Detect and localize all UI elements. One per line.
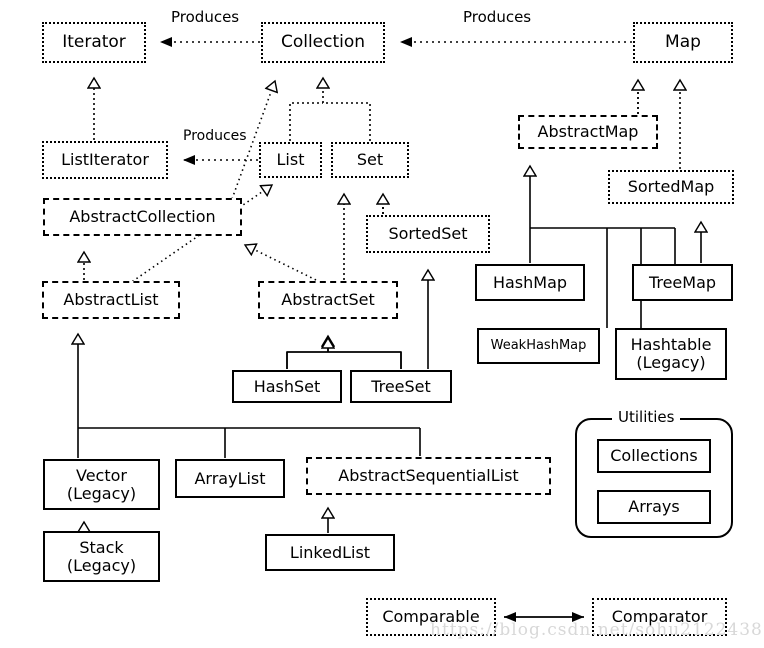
node-label: LinkedList [289,542,371,562]
node-abstract-sequential-list[interactable]: AbstractSequentialList [306,457,551,495]
node-label: Iterator [62,31,126,52]
node-weak-hash-map[interactable]: WeakHashMap [477,328,600,364]
node-label: HashMap [492,272,568,292]
node-vector[interactable]: Vector (Legacy) [43,459,160,510]
node-abstract-list[interactable]: AbstractList [42,281,180,319]
node-label: ListIterator [61,150,149,170]
node-label: SortedSet [388,224,468,244]
node-linked-list[interactable]: LinkedList [265,534,395,571]
node-tree-set[interactable]: TreeSet [350,370,452,403]
node-label-secondary: (Legacy) [66,483,137,503]
node-collection[interactable]: Collection [261,22,385,63]
node-label-secondary: (Legacy) [636,353,706,372]
node-stack[interactable]: Stack (Legacy) [43,531,160,582]
node-collections[interactable]: Collections [597,439,711,473]
node-label: Hashtable [630,335,712,355]
node-label: AbstractCollection [69,207,216,227]
node-label: Arrays [628,497,680,517]
watermark: https://blog.csdn.net/sohu2122438 [430,620,763,640]
node-sorted-map[interactable]: SortedMap [608,170,734,204]
node-list[interactable]: List [259,142,322,178]
node-array-list[interactable]: ArrayList [175,459,285,498]
node-label: TreeMap [648,272,717,292]
node-label: TreeSet [371,376,431,396]
node-label: Collections [610,446,698,466]
node-arrays[interactable]: Arrays [597,490,711,524]
node-iterator[interactable]: Iterator [42,22,146,63]
utilities-group-title: Utilities [612,408,681,426]
node-label: SortedMap [627,177,715,197]
node-label: Set [356,150,384,170]
node-label: AbstractList [63,290,159,310]
node-set[interactable]: Set [331,142,409,178]
node-hash-set[interactable]: HashSet [232,370,342,403]
node-label: WeakHashMap [490,337,587,353]
node-label: Vector [76,465,127,485]
node-label: AbstractSequentialList [338,466,519,486]
edge-label-produces-listiterator: Produces [180,128,250,144]
node-list-iterator[interactable]: ListIterator [42,141,168,179]
edge-label-produces-iterator: Produces [168,8,243,26]
node-label: Collection [280,31,366,52]
node-label: ArrayList [194,468,266,488]
node-label: Stack [79,537,124,557]
node-label: AbstractMap [537,122,639,142]
node-sorted-set[interactable]: SortedSet [366,215,490,253]
node-label-secondary: (Legacy) [66,555,137,575]
edge-label-produces-map: Produces [460,8,535,26]
node-hash-map[interactable]: HashMap [475,264,585,301]
node-abstract-map[interactable]: AbstractMap [518,115,658,149]
node-map[interactable]: Map [633,22,733,63]
node-label: HashSet [253,376,321,396]
node-label: Map [665,31,701,52]
uml-class-diagram: Iterator Collection Map ListIterator Lis… [0,0,764,648]
node-label: AbstractSet [281,290,375,310]
node-label: List [276,150,305,170]
node-tree-map[interactable]: TreeMap [632,264,733,301]
node-abstract-set[interactable]: AbstractSet [258,281,398,319]
node-abstract-collection[interactable]: AbstractCollection [43,198,242,236]
node-hashtable[interactable]: Hashtable (Legacy) [615,328,727,380]
